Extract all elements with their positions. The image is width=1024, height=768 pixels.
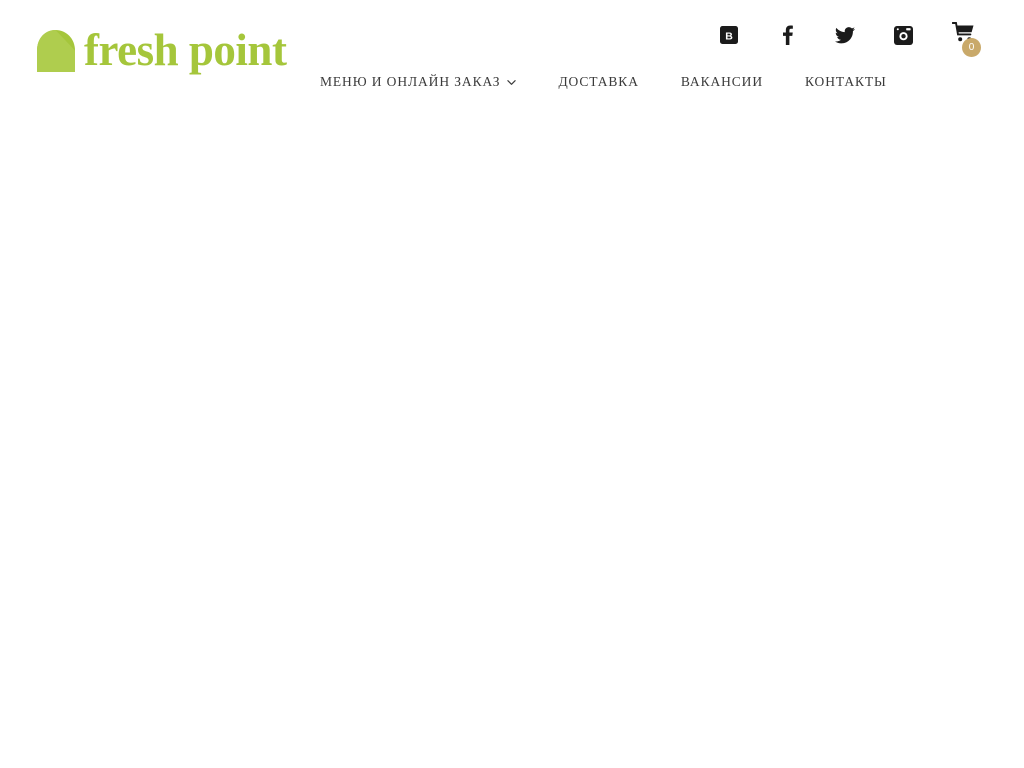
site-logo[interactable]: fresh point [36, 25, 287, 75]
nav-item-label: МЕНЮ И ОНЛАЙН ЗАКАЗ [320, 74, 501, 89]
nav-item-menu-online-order[interactable]: МЕНЮ И ОНЛАЙН ЗАКАЗ [320, 74, 517, 90]
instagram-icon[interactable] [890, 22, 916, 48]
logo-text: fresh point [84, 25, 287, 75]
svg-text:B: B [725, 30, 733, 42]
page-root: fresh point B 0 МЕНЮ И ОНЛАЙН ЗАКАЗ ДОСТ… [0, 0, 1024, 768]
cart-count-badge: 0 [962, 38, 981, 57]
nav-item-label: ДОСТАВКА [558, 74, 639, 89]
nav-item-vacancies[interactable]: ВАКАНСИИ [681, 74, 763, 90]
nav-item-label: ВАКАНСИИ [680, 74, 763, 89]
nav-item-delivery[interactable]: ДОСТАВКА [558, 74, 638, 90]
cart-button[interactable]: 0 [952, 22, 982, 57]
facebook-icon[interactable] [774, 22, 800, 48]
twitter-icon[interactable] [832, 22, 858, 48]
page-content-area [0, 105, 1024, 768]
social-bar: B 0 [716, 22, 982, 57]
nav-item-contacts[interactable]: КОНТАКТЫ [805, 74, 887, 90]
site-header: fresh point B 0 МЕНЮ И ОНЛАЙН ЗАКАЗ ДОСТ… [0, 0, 1024, 105]
leaf-icon [36, 29, 76, 73]
chevron-down-icon [507, 78, 517, 87]
main-navigation: МЕНЮ И ОНЛАЙН ЗАКАЗ ДОСТАВКА ВАКАНСИИ КО… [320, 74, 887, 90]
vk-icon[interactable]: B [716, 22, 742, 48]
nav-item-label: КОНТАКТЫ [804, 74, 887, 89]
